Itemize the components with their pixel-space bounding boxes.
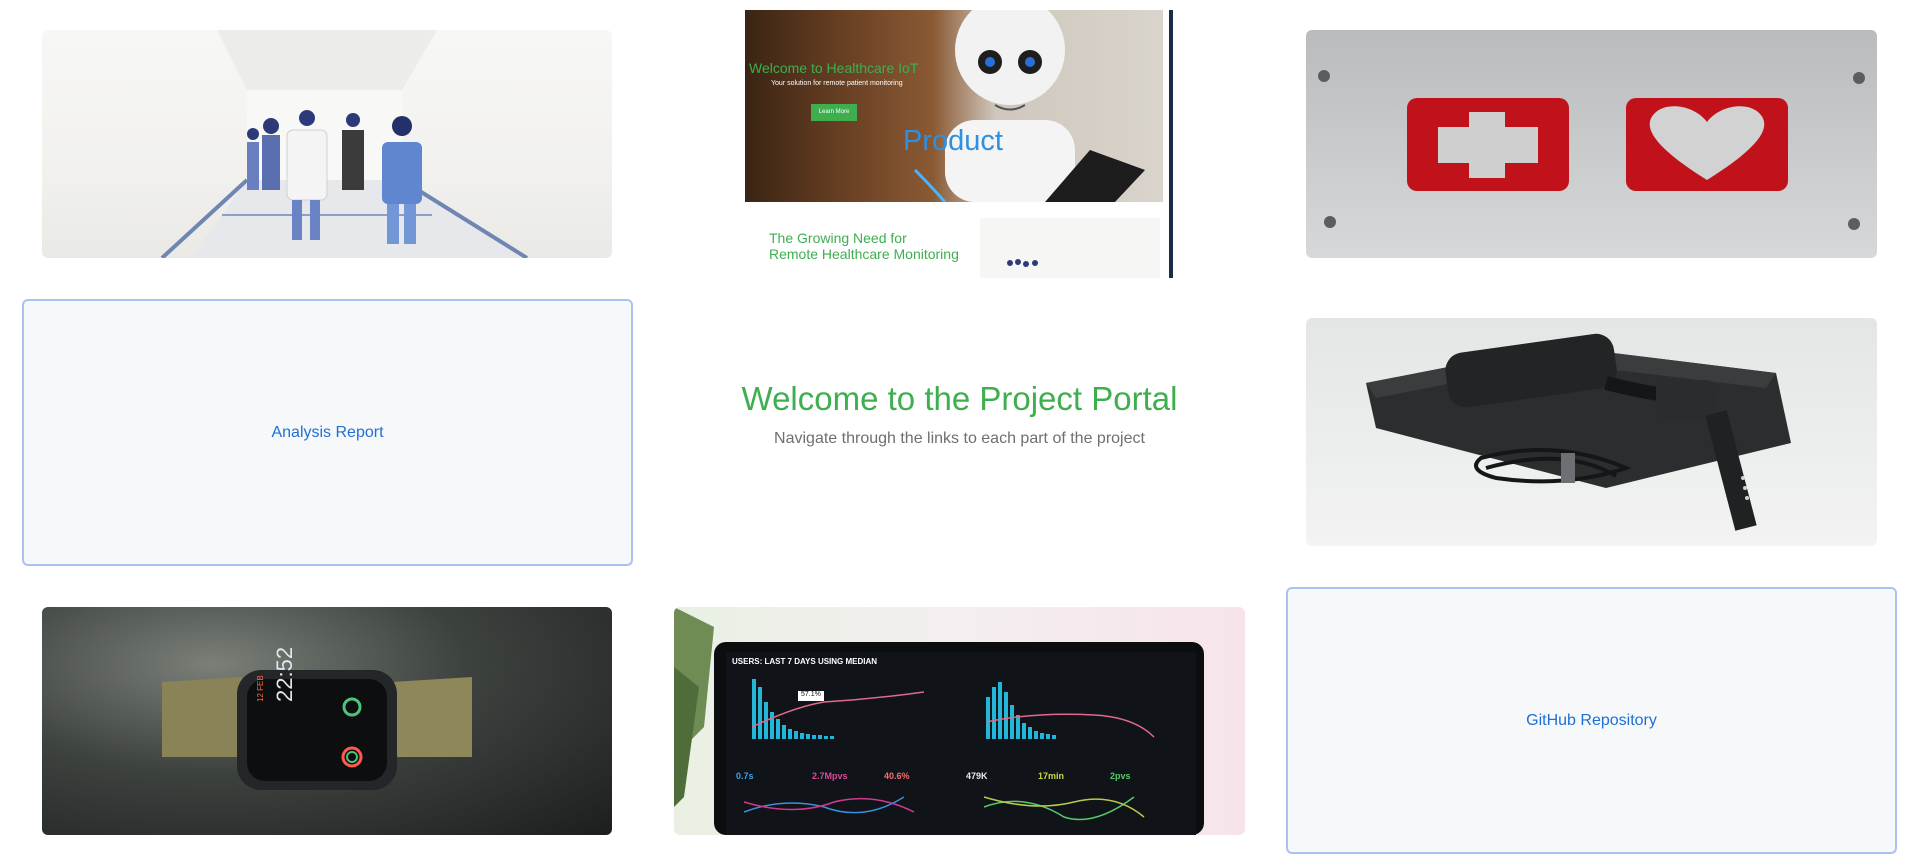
dashboard-title: USERS: LAST 7 DAYS USING MEDIAN	[732, 657, 878, 666]
metric-page-views: 2.7Mpvs	[812, 771, 848, 781]
dashboard-callout: 57.1%	[801, 691, 821, 698]
hospital-corridor-image	[42, 30, 612, 258]
page-title: Welcome to the Project Portal	[741, 380, 1178, 417]
metric-sessions: 479K	[966, 771, 988, 781]
metric-session-length: 17min	[1038, 771, 1065, 781]
smartwatch-image: 22:52 12 FEB	[42, 607, 612, 835]
analysis-report-link[interactable]: Analysis Report	[271, 424, 383, 442]
github-repository-card[interactable]: GitHub Repository	[1286, 587, 1897, 854]
watch-date: 12 FEB	[256, 675, 265, 702]
metric-load-time: 0.7s	[736, 771, 754, 781]
preview-learn-more-button: Learn More	[811, 104, 857, 121]
metric-bounce-rate: 40.6%	[884, 771, 910, 781]
metric-pvs-per-session: 2pvs	[1110, 771, 1131, 781]
github-repository-link[interactable]: GitHub Repository	[1526, 712, 1657, 730]
robot-hero-image: Welcome to Healthcare IoT Your solution …	[745, 10, 1163, 202]
welcome-section: Welcome to the Project Portal Navigate t…	[674, 380, 1245, 448]
product-page-preview-image: Welcome to Healthcare IoT Your solution …	[745, 10, 1173, 278]
preview-corridor-thumbnail	[980, 218, 1160, 278]
wireless-charger-image	[1306, 318, 1877, 546]
preview-hero-title: Welcome to Healthcare IoT	[749, 60, 919, 76]
watch-time: 22:52	[272, 646, 297, 702]
preview-product-label: Product	[903, 125, 1003, 157]
preview-section-heading: The Growing Need for Remote Healthcare M…	[769, 230, 959, 262]
analysis-report-card[interactable]: Analysis Report	[22, 299, 633, 566]
preview-hero-subtitle: Your solution for remote patient monitor…	[771, 80, 903, 87]
page-subtitle: Navigate through the links to each part …	[774, 430, 1145, 447]
analytics-dashboard-image: USERS: LAST 7 DAYS USING MEDIAN 57.1% 0.…	[674, 607, 1245, 835]
medical-signs-image	[1306, 30, 1877, 258]
